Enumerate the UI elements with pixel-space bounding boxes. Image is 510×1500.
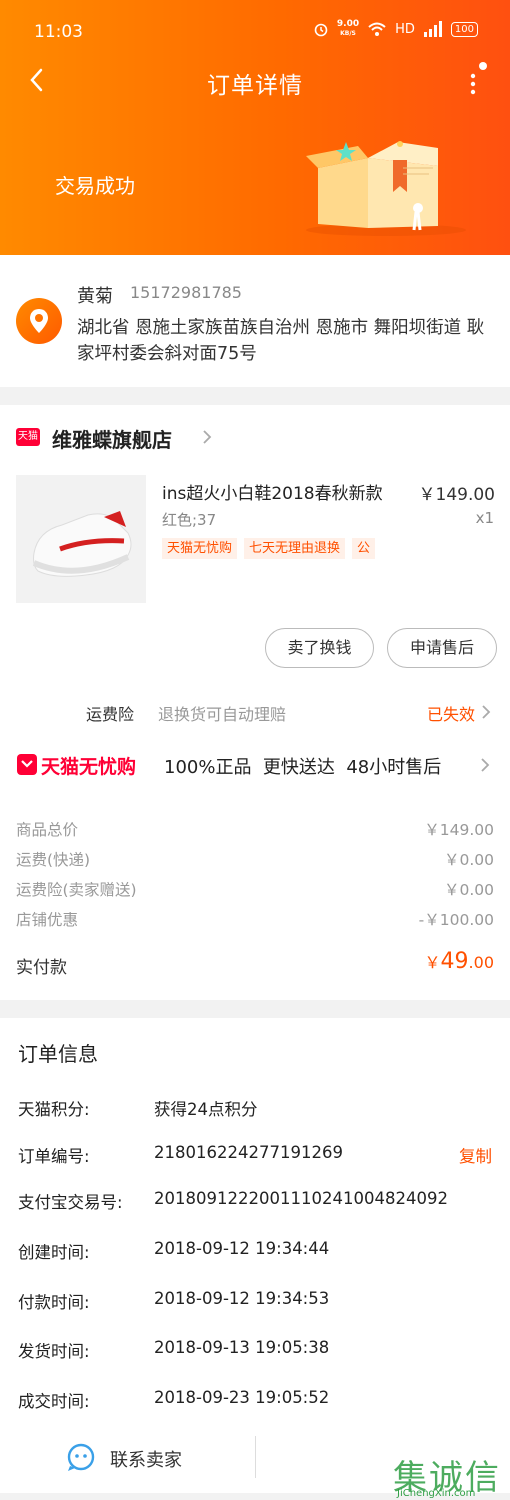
chevron-right-icon[interactable] [480, 757, 490, 773]
shipping-insurance-desc: 退换货可自动理赔 [158, 705, 287, 724]
order-info-row: 订单编号: 218016224277191269 复制 [18, 1143, 494, 1167]
product-image[interactable] [16, 475, 146, 603]
order-info-row: 付款时间: 2018-09-12 19:34:53 [18, 1289, 494, 1313]
chevron-right-icon[interactable] [481, 704, 491, 720]
status-time: 11:03 [34, 22, 83, 42]
watermark-url: JiChengXin.com [397, 1488, 476, 1499]
actual-payment-row: 实付款 ￥49.00 [16, 949, 494, 978]
fee-label: 店铺优惠 [16, 911, 79, 929]
shipping-address[interactable]: 黄菊 15172981785 湖北省 恩施土家族苗族自治州 恩施市 舞阳坝街道 … [0, 255, 510, 387]
order-number-value: 218016224277191269 [154, 1143, 343, 1162]
fee-row: 运费险(卖家赠送) ￥0.00 [16, 878, 494, 900]
product-quantity: x1 [475, 509, 494, 527]
network-label: HD [395, 21, 415, 37]
tmall-badge-icon: 天猫 [16, 428, 40, 446]
order-info-title: 订单信息 [18, 1042, 98, 1066]
order-info-label: 成交时间: [18, 1392, 90, 1411]
actual-payment-amount: ￥49.00 [424, 949, 494, 974]
order-info-value: 2018-09-23 19:05:52 [154, 1388, 330, 1407]
order-info-label: 订单编号: [18, 1147, 90, 1166]
shipping-insurance-status[interactable]: 已失效 [427, 701, 475, 725]
contact-seller-label: 联系卖家 [110, 1450, 182, 1471]
more-menu-icon[interactable] [464, 62, 488, 98]
recipient-name: 黄菊 [77, 286, 113, 307]
shipping-insurance-label: 运费险 [86, 705, 135, 724]
status-bar: 11:03 9.00 KB/S HD 100 [0, 18, 510, 46]
fee-value: -￥100.00 [418, 911, 494, 929]
wuyougou-logo-text: 天猫无忧购 [41, 755, 136, 778]
order-info-value: 2018-09-12 19:34:44 [154, 1239, 330, 1258]
order-info-label: 发货时间: [18, 1342, 90, 1361]
fee-value: ￥0.00 [443, 851, 494, 869]
order-info-value: 2018-09-12 19:34:53 [154, 1289, 330, 1308]
service-tag: 七天无理由退换 [244, 538, 346, 559]
order-info-value: 2018091222001110241004824092 [154, 1189, 448, 1208]
shop-card: 天猫 维雅蝶旗舰店 ins超火小白鞋2018春秋新款 ￥149.00 红色;37… [0, 405, 510, 1000]
copy-order-number-button[interactable]: 复制 [459, 1143, 492, 1167]
status-icons: 9.00 KB/S HD 100 [313, 20, 478, 38]
order-info-value: 2018-09-13 19:05:38 [154, 1338, 330, 1357]
recipient-phone: 15172981785 [130, 283, 242, 302]
order-info-row: 发货时间: 2018-09-13 19:05:38 [18, 1338, 494, 1362]
fee-row: 商品总价 ￥149.00 [16, 818, 494, 840]
location-pin-icon [16, 298, 62, 344]
battery-icon: 100 [450, 21, 478, 37]
order-status: 交易成功 [55, 174, 135, 198]
actual-payment-label: 实付款 [16, 958, 67, 978]
product-sku: 红色;37 [162, 511, 217, 529]
product-title[interactable]: ins超火小白鞋2018春秋新款 [162, 479, 383, 504]
chat-bubble-icon [67, 1443, 95, 1471]
order-info-label: 付款时间: [18, 1293, 90, 1312]
fee-row: 店铺优惠 -￥100.00 [16, 908, 494, 930]
service-tag: 天猫无忧购 [162, 538, 238, 559]
tmall-wuyougou-logo: 天猫无忧购 [17, 754, 136, 778]
order-info-label: 支付宝交易号: [18, 1193, 123, 1212]
fee-value: ￥0.00 [443, 881, 494, 899]
bottom-divider [255, 1436, 256, 1478]
order-info-row: 成交时间: 2018-09-23 19:05:52 [18, 1388, 494, 1412]
order-info-section: 订单信息 天猫积分: 获得24点积分 订单编号: 218016224277191… [0, 1018, 510, 1493]
alarm-icon [314, 23, 328, 37]
net-speed: 9.00 KB/S [336, 19, 360, 38]
nav-bar: 订单详情 [0, 60, 510, 100]
order-info-value: 获得24点积分 [154, 1100, 258, 1119]
order-info-label: 创建时间: [18, 1243, 90, 1262]
apply-aftersale-button[interactable]: 申请售后 [387, 628, 497, 668]
wuyougou-benefits[interactable]: 100%正品 更快送达 48小时售后 [164, 753, 441, 779]
order-info-label: 天猫积分: [18, 1100, 90, 1119]
fee-row: 运费(快递) ￥0.00 [16, 848, 494, 870]
contact-seller-button[interactable]: 联系卖家 [66, 1438, 226, 1478]
fee-value: ￥149.00 [424, 821, 494, 839]
order-header: 11:03 9.00 KB/S HD 100 订单详情 交易成功 [0, 0, 510, 255]
address-detail: 湖北省 恩施土家族苗族自治州 恩施市 舞阳坝街道 耿家坪村委会斜对面75号 [77, 318, 485, 364]
fee-label: 运费险(卖家赠送) [16, 881, 137, 899]
sell-item-button[interactable]: 卖了换钱 [265, 628, 374, 668]
page-title: 订单详情 [207, 73, 303, 99]
order-info-row: 天猫积分: 获得24点积分 [18, 1096, 494, 1120]
product-price: ￥149.00 [418, 485, 495, 505]
chevron-right-icon[interactable] [202, 429, 212, 445]
signal-icon [423, 21, 442, 37]
service-tag: 公 [352, 538, 376, 559]
order-info-row: 支付宝交易号: 2018091222001110241004824092 [18, 1189, 494, 1213]
fee-label: 商品总价 [16, 821, 79, 839]
order-info-row: 创建时间: 2018-09-12 19:34:44 [18, 1239, 494, 1263]
fee-label: 运费(快递) [16, 851, 91, 869]
watermark-logo: 集诚信 JiChengXin.com [393, 1450, 510, 1500]
service-tags: 天猫无忧购 七天无理由退换 公 [162, 538, 376, 559]
shop-name-link[interactable]: 维雅蝶旗舰店 [52, 424, 172, 453]
gift-box-illustration [306, 141, 466, 236]
wifi-icon [368, 22, 386, 36]
